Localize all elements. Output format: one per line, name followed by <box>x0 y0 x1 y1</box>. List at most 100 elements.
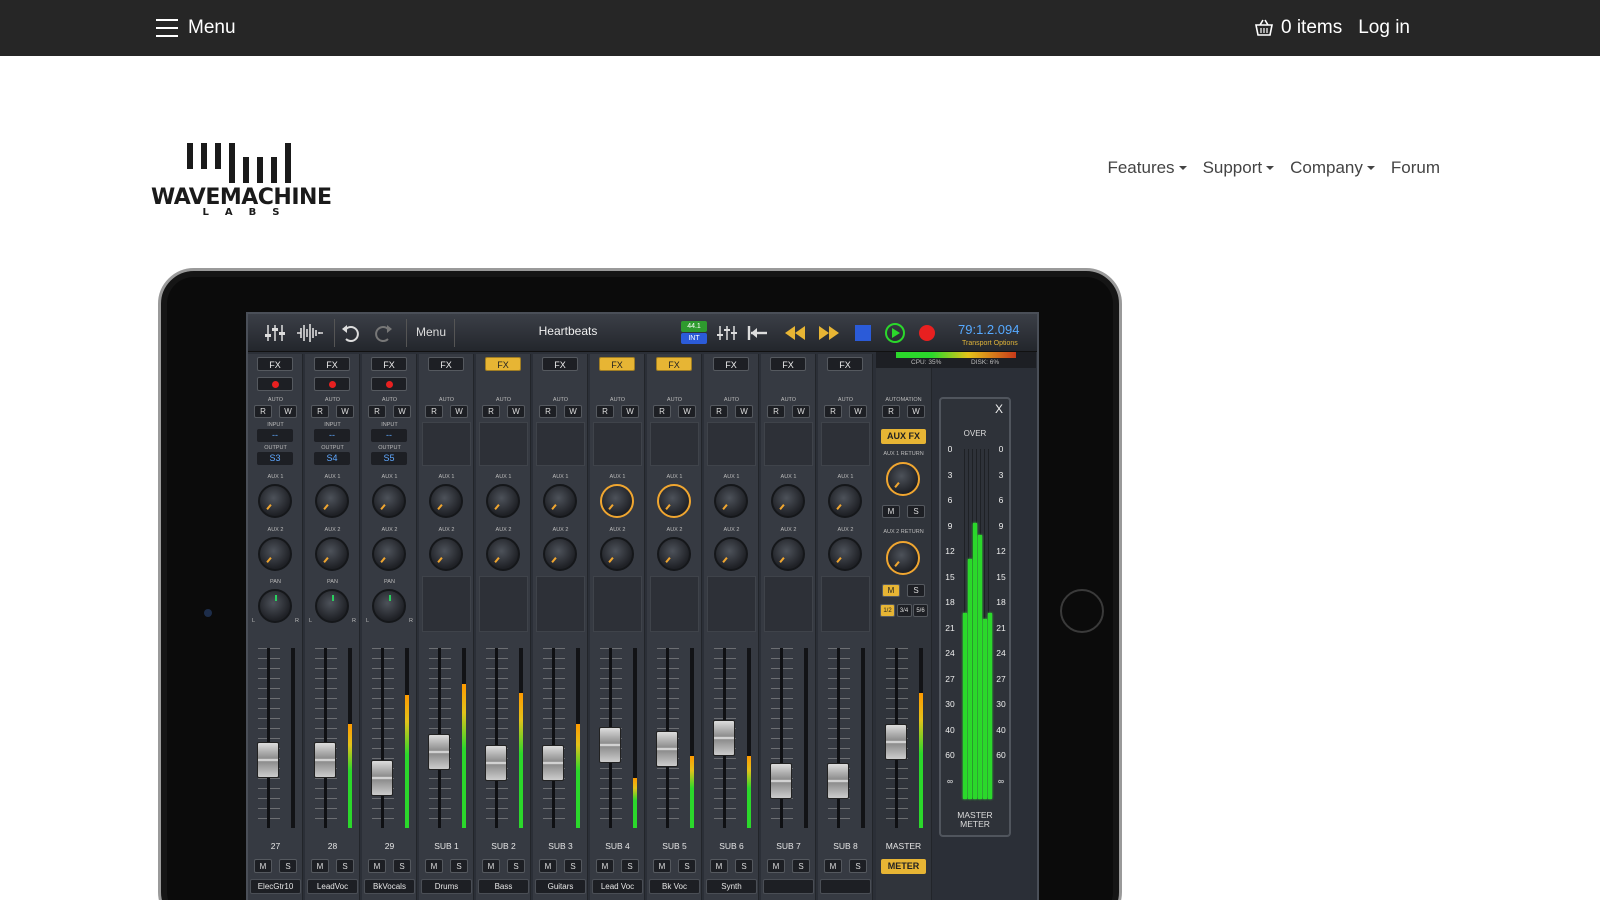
mute-button[interactable]: M <box>882 505 900 518</box>
mute-button[interactable]: M <box>482 859 500 873</box>
fx-button[interactable]: FX <box>485 357 521 371</box>
channel-name[interactable]: LeadVoc <box>307 879 358 894</box>
output-selector[interactable]: S5 <box>371 452 407 465</box>
waveform-icon[interactable] <box>296 323 324 343</box>
undo-icon[interactable] <box>340 323 362 343</box>
read-button[interactable]: R <box>653 405 671 418</box>
mute-button[interactable]: M <box>596 859 614 873</box>
fx-button[interactable]: FX <box>314 357 350 371</box>
master-fader-cap[interactable] <box>885 724 907 760</box>
solo-button[interactable]: S <box>507 859 525 873</box>
song-title[interactable]: Heartbeats <box>508 324 628 338</box>
write-button[interactable]: W <box>678 405 696 418</box>
input-selector[interactable]: -- <box>371 429 407 442</box>
nav-item-forum[interactable]: Forum <box>1391 158 1440 178</box>
solo-button[interactable]: S <box>279 859 297 873</box>
read-button[interactable]: R <box>254 405 272 418</box>
fx-button[interactable]: FX <box>656 357 692 371</box>
solo-button[interactable]: S <box>678 859 696 873</box>
meter-button[interactable]: METER <box>881 859 926 874</box>
solo-button[interactable]: S <box>393 859 411 873</box>
read-button[interactable]: R <box>539 405 557 418</box>
channel-fader[interactable] <box>593 642 642 840</box>
fader-cap[interactable] <box>314 742 336 778</box>
pair-56-button[interactable]: 5/6 <box>913 604 928 617</box>
channel-fader[interactable] <box>764 642 813 840</box>
channel-name[interactable]: Synth <box>706 879 757 894</box>
mute-button[interactable]: M <box>824 859 842 873</box>
fx-button[interactable]: FX <box>257 357 293 371</box>
fader-cap[interactable] <box>257 742 279 778</box>
solo-button[interactable]: S <box>336 859 354 873</box>
solo-button[interactable]: S <box>792 859 810 873</box>
aux2-return-knob[interactable] <box>886 541 920 575</box>
fx-button[interactable]: FX <box>713 357 749 371</box>
fader-cap[interactable] <box>542 745 564 781</box>
pair-12-button[interactable]: 1/2 <box>880 604 895 617</box>
read-button[interactable]: R <box>767 405 785 418</box>
channel-fader[interactable] <box>251 642 300 840</box>
write-button[interactable]: W <box>849 405 867 418</box>
aux1-knob[interactable] <box>258 484 292 518</box>
channel-fader[interactable] <box>821 642 870 840</box>
fx-button[interactable]: FX <box>770 357 806 371</box>
mixer-menu-button[interactable]: Menu <box>416 325 446 339</box>
read-button[interactable]: R <box>882 405 900 418</box>
channel-name[interactable] <box>820 879 871 894</box>
read-button[interactable]: R <box>425 405 443 418</box>
read-button[interactable]: R <box>596 405 614 418</box>
solo-button[interactable]: S <box>621 859 639 873</box>
channel-name[interactable]: BkVocals <box>364 879 415 894</box>
output-selector[interactable]: S4 <box>314 452 350 465</box>
read-button[interactable]: R <box>824 405 842 418</box>
channel-name[interactable]: Guitars <box>535 879 586 894</box>
brand-logo[interactable]: WAVEMACHINE LABS <box>151 140 332 220</box>
solo-button[interactable]: S <box>907 505 925 518</box>
return-to-start-icon[interactable] <box>746 323 768 343</box>
read-button[interactable]: R <box>482 405 500 418</box>
solo-button[interactable]: S <box>849 859 867 873</box>
aux2-knob[interactable] <box>771 537 805 571</box>
input-selector[interactable]: -- <box>257 429 293 442</box>
solo-button[interactable]: S <box>564 859 582 873</box>
write-button[interactable]: W <box>907 405 925 418</box>
input-selector[interactable]: -- <box>314 429 350 442</box>
pair-34-button[interactable]: 3/4 <box>896 604 912 617</box>
fader-cap[interactable] <box>428 734 450 770</box>
close-icon[interactable]: X <box>995 402 1003 416</box>
aux1-knob[interactable] <box>372 484 406 518</box>
channel-name[interactable]: Lead Voc <box>592 879 643 894</box>
aux1-return-knob[interactable] <box>886 462 920 496</box>
fader-cap[interactable] <box>656 731 678 767</box>
mute-button[interactable]: M <box>368 859 386 873</box>
aux2-knob[interactable] <box>543 537 577 571</box>
aux1-knob[interactable] <box>828 484 862 518</box>
channel-name[interactable]: Bass <box>478 879 529 894</box>
aux1-knob[interactable] <box>429 484 463 518</box>
record-icon[interactable] <box>916 323 938 343</box>
fader-cap[interactable] <box>371 760 393 796</box>
write-button[interactable]: W <box>393 405 411 418</box>
channel-fader[interactable] <box>308 642 357 840</box>
rewind-icon[interactable] <box>784 323 806 343</box>
channel-fader[interactable] <box>479 642 528 840</box>
aux2-knob[interactable] <box>828 537 862 571</box>
stop-icon[interactable] <box>852 323 874 343</box>
write-button[interactable]: W <box>450 405 468 418</box>
aux1-knob[interactable] <box>771 484 805 518</box>
aux1-knob[interactable] <box>714 484 748 518</box>
aux1-knob[interactable] <box>657 484 691 518</box>
mute-button[interactable]: M <box>767 859 785 873</box>
mute-button[interactable]: M <box>710 859 728 873</box>
solo-button[interactable]: S <box>450 859 468 873</box>
channel-name[interactable]: ElecGtr10 <box>250 879 301 894</box>
aux2-knob[interactable] <box>486 537 520 571</box>
master-fader[interactable] <box>879 642 928 840</box>
transport-options-link[interactable]: Transport Options <box>962 340 1018 347</box>
redo-icon[interactable] <box>372 323 394 343</box>
fx-button[interactable]: FX <box>428 357 464 371</box>
menu-toggle-button[interactable]: Menu <box>156 14 236 42</box>
aux1-knob[interactable] <box>486 484 520 518</box>
mute-button[interactable]: M <box>539 859 557 873</box>
nav-item-company[interactable]: Company <box>1290 158 1375 178</box>
